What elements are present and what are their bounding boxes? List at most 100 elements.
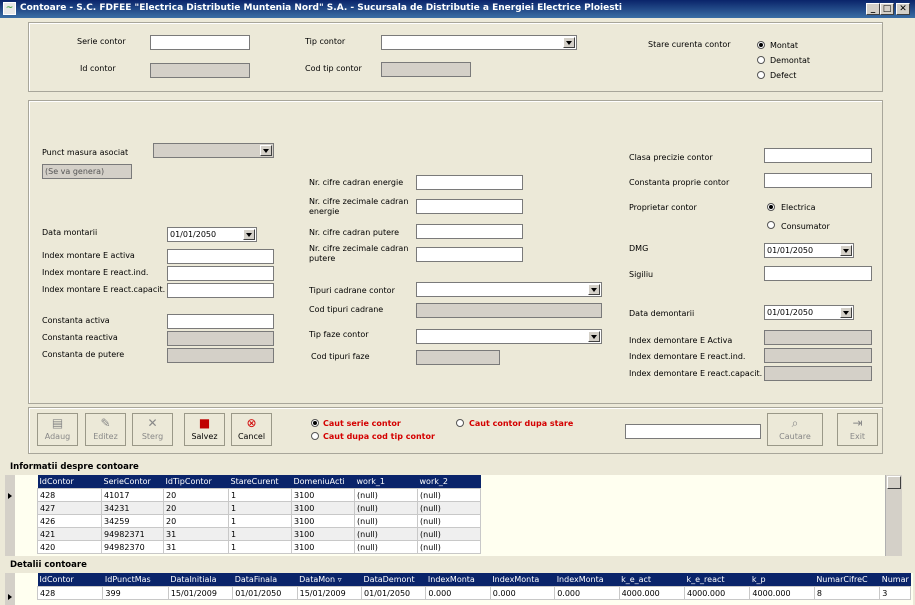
table-row[interactable]: 420 94982370 31 1 3100 (null) (null) bbox=[37, 540, 481, 554]
table-cell[interactable]: 34259 bbox=[101, 514, 164, 528]
table-cell[interactable]: 428 bbox=[37, 488, 102, 502]
grid2-column-header[interactable]: DataInitiala bbox=[168, 573, 233, 587]
chevron-down-icon[interactable] bbox=[563, 37, 575, 48]
grid2-column-header[interactable]: NumarCifreC bbox=[814, 573, 880, 587]
dmg-picker[interactable]: 01/01/2050 bbox=[764, 243, 854, 258]
clasa-precizie-input[interactable] bbox=[764, 148, 872, 163]
proprietar-electrica-radio[interactable] bbox=[767, 203, 775, 211]
table-cell[interactable]: 420 bbox=[37, 540, 102, 554]
tip-faze-select[interactable] bbox=[416, 329, 602, 344]
grid1-column-header[interactable]: work_1 bbox=[354, 475, 418, 489]
table-cell[interactable]: (null) bbox=[417, 527, 481, 541]
adaug-button[interactable]: ▤ Adaug bbox=[37, 413, 78, 446]
close-button[interactable]: ✕ bbox=[896, 3, 910, 15]
nr-cifre-energie-input[interactable] bbox=[416, 175, 523, 190]
table-cell[interactable]: (null) bbox=[417, 514, 481, 528]
table-cell[interactable]: (null) bbox=[354, 540, 418, 554]
salvez-button[interactable]: ■ Salvez bbox=[184, 413, 225, 446]
table-cell[interactable]: 41017 bbox=[101, 488, 164, 502]
table-cell[interactable]: 1 bbox=[228, 488, 292, 502]
table-cell[interactable]: 3100 bbox=[291, 488, 355, 502]
table-cell[interactable]: 3100 bbox=[291, 527, 355, 541]
caut-stare-radio[interactable] bbox=[456, 419, 464, 427]
grid2-column-header[interactable]: Numar bbox=[879, 573, 911, 587]
grid2-column-header[interactable]: DataDemont bbox=[361, 573, 426, 587]
table-cell[interactable]: (null) bbox=[354, 514, 418, 528]
table-cell[interactable]: 8 bbox=[813, 586, 881, 600]
cancel-button[interactable]: ⊗ Cancel bbox=[231, 413, 272, 446]
table-cell[interactable]: 20 bbox=[163, 514, 229, 528]
grid2-column-header[interactable]: k_p bbox=[749, 573, 815, 587]
table-cell[interactable]: 1 bbox=[228, 540, 292, 554]
grid2-column-header[interactable]: IndexMonta bbox=[554, 573, 620, 587]
table-cell[interactable]: 399 bbox=[102, 586, 169, 600]
table-row[interactable]: 428 399 15/01/2009 01/01/2050 15/01/2009 01/0… bbox=[36, 586, 911, 600]
minimize-button[interactable]: _ bbox=[866, 3, 880, 15]
nr-cifre-putere-input[interactable] bbox=[416, 224, 523, 239]
table-cell[interactable]: 426 bbox=[37, 514, 102, 528]
grid1-column-header[interactable]: StareCurent bbox=[228, 475, 292, 489]
chevron-down-icon[interactable] bbox=[588, 331, 600, 342]
idx-activa-input[interactable] bbox=[167, 249, 274, 264]
table-row[interactable]: 428 41017 20 1 3100 (null) (null) bbox=[37, 488, 481, 502]
table-cell[interactable]: 421 bbox=[37, 527, 102, 541]
search-input[interactable] bbox=[625, 424, 761, 439]
idx-react-cap-input[interactable] bbox=[167, 283, 274, 298]
grid2-column-header[interactable]: k_e_act bbox=[619, 573, 685, 587]
sigiliu-input[interactable] bbox=[764, 266, 872, 281]
table-cell[interactable]: 0.000 bbox=[425, 586, 491, 600]
table-cell[interactable]: 4000.000 bbox=[749, 586, 815, 600]
table-cell[interactable]: 94982371 bbox=[101, 527, 164, 541]
table-cell[interactable]: 0.000 bbox=[489, 586, 556, 600]
table-cell[interactable]: 3100 bbox=[291, 514, 355, 528]
tip-contor-select[interactable] bbox=[381, 35, 577, 50]
cautare-button[interactable]: ⌕ Cautare bbox=[767, 413, 823, 446]
stare-montat-radio[interactable] bbox=[757, 41, 765, 49]
grid1-column-header[interactable]: IdContor bbox=[37, 475, 102, 489]
const-activa-input[interactable] bbox=[167, 314, 274, 329]
idx-react-ind-input[interactable] bbox=[167, 266, 274, 281]
table-cell[interactable]: 01/01/2050 bbox=[232, 586, 298, 600]
table-cell[interactable]: 3100 bbox=[291, 501, 355, 515]
table-cell[interactable]: 15/01/2009 bbox=[167, 586, 234, 600]
nr-zec-energie-input[interactable] bbox=[416, 199, 523, 214]
table-cell[interactable]: (null) bbox=[354, 527, 418, 541]
grid2-column-header[interactable]: IdPunctMas bbox=[102, 573, 169, 587]
table-cell[interactable]: 1 bbox=[228, 501, 292, 515]
table-cell[interactable]: (null) bbox=[354, 488, 418, 502]
table-cell[interactable]: 15/01/2009 bbox=[296, 586, 363, 600]
table-cell[interactable]: 20 bbox=[163, 488, 229, 502]
grid1-column-header[interactable]: work_2 bbox=[417, 475, 481, 489]
table-cell[interactable]: 428 bbox=[36, 586, 104, 600]
grid2-column-header[interactable]: IdContor bbox=[37, 573, 103, 587]
table-row[interactable]: 421 94982371 31 1 3100 (null) (null) bbox=[37, 527, 481, 541]
proprietar-consumator-radio[interactable] bbox=[767, 221, 775, 229]
caut-cod-radio[interactable] bbox=[311, 432, 319, 440]
grid2-column-header[interactable]: k_e_react bbox=[684, 573, 750, 587]
scroll-up-button[interactable] bbox=[887, 476, 901, 489]
table-cell[interactable]: 1 bbox=[228, 527, 292, 541]
data-demontarii-picker[interactable]: 01/01/2050 bbox=[764, 305, 854, 320]
table-cell[interactable]: 4000.000 bbox=[683, 586, 751, 600]
table-cell[interactable]: 20 bbox=[163, 501, 229, 515]
grid2-column-header[interactable]: DataFinala bbox=[232, 573, 298, 587]
grid1-table[interactable]: IdContor SerieContor IdTipContor StareCuren… bbox=[37, 475, 481, 554]
table-cell[interactable]: 3 bbox=[879, 586, 911, 600]
table-cell[interactable]: 4000.000 bbox=[618, 586, 686, 600]
grid1-column-header[interactable]: SerieContor bbox=[101, 475, 164, 489]
table-cell[interactable]: 34231 bbox=[101, 501, 164, 515]
table-cell[interactable]: 01/01/2050 bbox=[361, 586, 427, 600]
constanta-proprie-input[interactable] bbox=[764, 173, 872, 188]
table-cell[interactable]: 427 bbox=[37, 501, 102, 515]
grid1-scrollbar[interactable] bbox=[885, 475, 902, 556]
grid1-column-header[interactable]: DomeniuActi bbox=[291, 475, 355, 489]
table-cell[interactable]: 3100 bbox=[291, 540, 355, 554]
tipuri-cadrane-select[interactable] bbox=[416, 282, 602, 297]
table-cell[interactable]: (null) bbox=[417, 540, 481, 554]
table-cell[interactable]: (null) bbox=[354, 501, 418, 515]
data-montarii-picker[interactable]: 01/01/2050 bbox=[167, 227, 257, 242]
stare-demontat-radio[interactable] bbox=[757, 56, 765, 64]
grid2-column-header[interactable]: DataMon ▿ bbox=[297, 573, 362, 587]
editez-button[interactable]: ✎ Editez bbox=[85, 413, 126, 446]
table-cell[interactable]: (null) bbox=[417, 488, 481, 502]
